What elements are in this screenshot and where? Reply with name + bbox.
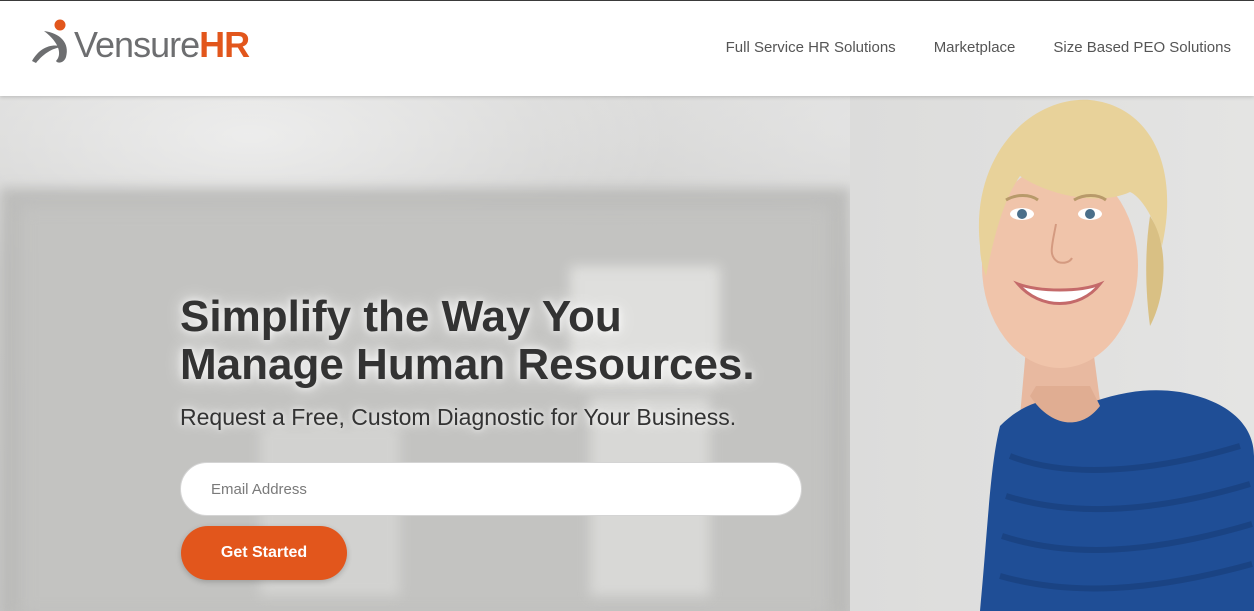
nav-item-full-service-hr[interactable]: Full Service HR Solutions <box>726 39 896 56</box>
hero-section: Simplify the Way You Manage Human Resour… <box>0 96 1254 611</box>
nav-item-marketplace[interactable]: Marketplace <box>934 39 1016 56</box>
smiling-woman-photo <box>978 99 1254 611</box>
brand-name-vensure: Vensure <box>74 24 200 65</box>
brand-logo[interactable]: VensureHR <box>30 17 250 67</box>
main-nav: Full Service HR Solutions Marketplace Si… <box>688 39 1231 56</box>
brand-name-hr: HR <box>199 24 250 65</box>
hero-headline: Simplify the Way You Manage Human Resour… <box>180 293 880 389</box>
site-header: VensureHR Full Service HR Solutions Mark… <box>0 0 1254 96</box>
hero-headline-line2: Manage Human Resources. <box>180 340 755 389</box>
email-field[interactable] <box>180 462 802 516</box>
brand-wordmark: VensureHR <box>74 24 250 65</box>
page: VensureHR Full Service HR Solutions Mark… <box>0 0 1254 611</box>
get-started-button[interactable]: Get Started <box>181 526 347 580</box>
nav-item-size-based-peo[interactable]: Size Based PEO Solutions <box>1053 39 1231 56</box>
hero-headline-line1: Simplify the Way You <box>180 292 622 341</box>
hero-subheadline: Request a Free, Custom Diagnostic for Yo… <box>180 404 737 430</box>
vensure-swoosh-icon <box>30 17 80 67</box>
